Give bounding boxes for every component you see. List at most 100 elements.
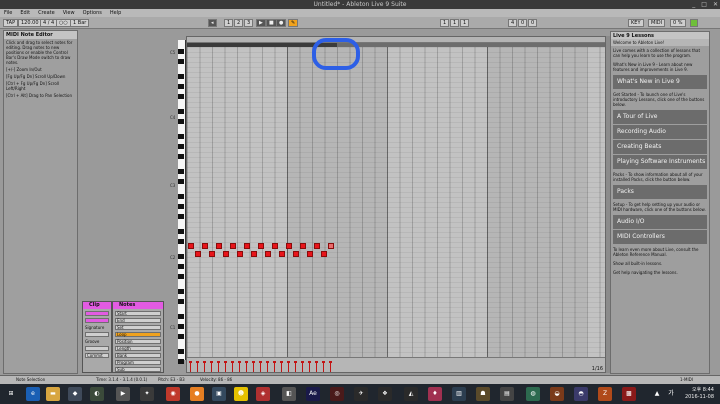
velocity-marker[interactable] — [301, 361, 304, 372]
black-key[interactable] — [178, 239, 184, 244]
app-icon[interactable]: Z — [598, 387, 612, 401]
black-key[interactable] — [178, 84, 184, 89]
black-key[interactable] — [178, 144, 184, 149]
black-key[interactable] — [178, 359, 184, 364]
app-icon[interactable]: ◍ — [526, 387, 540, 401]
lesson-audio-io-button[interactable]: Audio I/O — [613, 215, 707, 229]
app-icon[interactable]: ◒ — [550, 387, 564, 401]
app-icon[interactable]: ♦ — [428, 387, 442, 401]
follow-button[interactable]: ◂ — [208, 19, 217, 27]
black-key[interactable] — [178, 154, 184, 159]
lesson-packs-button[interactable]: Packs — [613, 185, 707, 199]
app-icon[interactable]: ▤ — [500, 387, 514, 401]
velocity-marker[interactable] — [322, 361, 325, 372]
position-bar[interactable]: 1 — [224, 19, 234, 27]
velocity-marker[interactable] — [189, 361, 192, 372]
velocity-marker[interactable] — [203, 361, 206, 372]
position-sixteenth[interactable]: 3 — [244, 19, 254, 27]
notes-sub-field[interactable]: Sub — [115, 367, 161, 372]
midi-note[interactable] — [188, 243, 194, 249]
black-key[interactable] — [178, 229, 184, 234]
live-icon[interactable]: ▶ — [116, 387, 130, 401]
play-button[interactable]: ▶ — [256, 19, 266, 27]
velocity-marker[interactable] — [231, 361, 234, 372]
notes-position-field[interactable]: Position — [115, 339, 161, 344]
loop-start-sixteenth[interactable]: 1 — [460, 19, 470, 27]
midi-note[interactable] — [216, 243, 222, 249]
clip-color-field[interactable] — [85, 318, 109, 323]
notes-start-field[interactable]: Start — [115, 311, 161, 316]
loop-length-sixteenth[interactable]: 0 — [528, 19, 538, 27]
app-icon[interactable]: ◆ — [68, 387, 82, 401]
midi-note[interactable] — [272, 243, 278, 249]
app-icon[interactable]: Ae — [306, 387, 320, 401]
loop-start-bar[interactable]: 1 — [440, 19, 450, 27]
black-key[interactable] — [178, 59, 184, 64]
velocity-marker[interactable] — [294, 361, 297, 372]
velocity-marker[interactable] — [259, 361, 262, 372]
midi-note[interactable] — [230, 243, 236, 249]
tempo-field[interactable]: 120.00 — [18, 19, 42, 27]
ie-icon[interactable]: e — [26, 387, 40, 401]
app-icon[interactable]: ❖ — [378, 387, 392, 401]
start-icon[interactable]: ⊞ — [4, 387, 18, 401]
black-key[interactable] — [178, 109, 184, 114]
black-key[interactable] — [178, 49, 184, 54]
app-icon[interactable]: ✦ — [140, 387, 154, 401]
notes-loop-toggle[interactable]: Loop — [115, 332, 161, 337]
velocity-marker[interactable] — [315, 361, 318, 372]
draw-mode-button[interactable]: ✎ — [288, 19, 299, 27]
midi-note[interactable] — [293, 251, 299, 257]
black-key[interactable] — [178, 334, 184, 339]
loop-length-bar[interactable]: 4 — [508, 19, 518, 27]
metronome-button[interactable]: ○○ — [56, 19, 71, 27]
black-key[interactable] — [178, 299, 184, 304]
velocity-marker[interactable] — [217, 361, 220, 372]
key-map-button[interactable]: KEY — [628, 19, 644, 27]
midi-note[interactable] — [251, 251, 257, 257]
midi-note[interactable] — [265, 251, 271, 257]
app-icon[interactable]: ◎ — [330, 387, 344, 401]
velocity-marker[interactable] — [210, 361, 213, 372]
black-key[interactable] — [178, 264, 184, 269]
black-key[interactable] — [178, 324, 184, 329]
black-key[interactable] — [178, 204, 184, 209]
black-key[interactable] — [178, 214, 184, 219]
app-icon[interactable]: ☗ — [476, 387, 490, 401]
app-icon[interactable]: ◧ — [282, 387, 296, 401]
app-icon[interactable]: ☻ — [234, 387, 248, 401]
midi-note[interactable] — [244, 243, 250, 249]
black-key[interactable] — [178, 134, 184, 139]
app-icon[interactable]: ● — [190, 387, 204, 401]
piano-keyboard[interactable] — [178, 40, 186, 364]
help-footer-navigate[interactable]: Get help navigating the lessons. — [611, 268, 709, 277]
menu-edit[interactable]: Edit — [20, 10, 30, 16]
menu-view[interactable]: View — [63, 10, 75, 16]
app-icon[interactable]: ◈ — [256, 387, 270, 401]
app-icon[interactable]: ◓ — [574, 387, 588, 401]
app-icon[interactable]: ▥ — [452, 387, 466, 401]
notes-bank-field[interactable]: Bank — [115, 353, 161, 358]
notes-program-field[interactable]: Program — [115, 360, 161, 365]
taskbar-clock[interactable]: 오후 8:44 2016-11-08 — [685, 387, 714, 401]
lesson-whats-new-button[interactable]: What's New in Live 9 — [613, 75, 707, 89]
notes-end-field[interactable]: End — [115, 318, 161, 323]
tray-ime-icon[interactable]: 가 — [664, 387, 678, 401]
minimize-button[interactable]: _ — [692, 1, 695, 8]
velocity-marker[interactable] — [329, 361, 332, 372]
lesson-instruments-button[interactable]: Playing Software Instruments — [613, 155, 707, 169]
midi-note[interactable] — [314, 243, 320, 249]
black-key[interactable] — [178, 349, 184, 354]
midi-note[interactable] — [279, 251, 285, 257]
black-key[interactable] — [178, 314, 184, 319]
midi-map-button[interactable]: MIDI — [648, 19, 666, 27]
folder-icon[interactable]: ▬ — [46, 387, 60, 401]
position-beat[interactable]: 2 — [234, 19, 244, 27]
midi-note[interactable] — [209, 251, 215, 257]
velocity-marker[interactable] — [196, 361, 199, 372]
help-footer-all-lessons[interactable]: Show all built-in lessons. — [611, 259, 709, 268]
midi-note[interactable] — [202, 243, 208, 249]
menu-help[interactable]: Help — [110, 10, 121, 16]
velocity-marker[interactable] — [238, 361, 241, 372]
black-key[interactable] — [178, 179, 184, 184]
